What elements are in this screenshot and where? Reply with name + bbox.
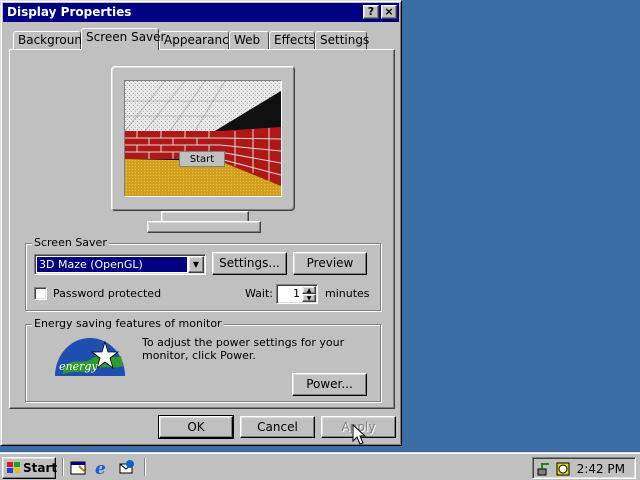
outlook-express-icon[interactable] — [118, 459, 135, 476]
title-bar[interactable]: Display Properties ? × — [3, 3, 399, 22]
energy-logo-text: energy — [59, 360, 98, 373]
help-button[interactable]: ? — [363, 5, 379, 19]
tab-appearance[interactable]: Appearance — [159, 31, 236, 49]
mouse-cursor-icon — [352, 424, 366, 445]
ok-button[interactable]: OK — [158, 415, 234, 439]
tab-web[interactable]: Web — [229, 31, 269, 49]
monitor-base — [147, 221, 261, 233]
energy-group-title: Energy saving features of monitor — [32, 317, 224, 330]
network-tray-icon[interactable] — [537, 461, 553, 477]
preview-start-object: Start — [179, 151, 225, 167]
screen-saver-group-title: Screen Saver — [32, 236, 109, 249]
preview-button[interactable]: Preview — [293, 252, 367, 275]
energy-star-logo: energy — [53, 336, 127, 378]
screen-saver-selected: 3D Maze (OpenGL) — [37, 257, 187, 272]
system-tray: 2:42 PM — [532, 457, 636, 479]
taskbar-separator — [62, 458, 64, 476]
spin-down-icon[interactable]: ▼ — [302, 294, 316, 302]
start-button[interactable]: Start — [2, 457, 58, 479]
wait-label: Wait: — [245, 287, 273, 300]
tab-screen-saver[interactable]: Screen Saver — [81, 28, 165, 50]
wait-value: 1 — [293, 287, 300, 300]
display-properties-window: Display Properties ? × Background Screen… — [0, 0, 402, 446]
tab-effects[interactable]: Effects — [269, 31, 315, 49]
tab-settings[interactable]: Settings — [315, 31, 369, 49]
settings-button[interactable]: Settings... — [212, 252, 287, 275]
energy-description: To adjust the power settings for your mo… — [142, 336, 345, 362]
spin-up-icon[interactable]: ▲ — [302, 286, 316, 294]
tab-background[interactable]: Background — [13, 31, 90, 49]
taskbar: Start e 2:42 PM — [0, 452, 640, 480]
maze-preview-image — [125, 81, 281, 196]
svg-text:e: e — [95, 459, 106, 476]
wait-spinner[interactable]: 1 ▲ ▼ — [276, 284, 318, 304]
screen-saver-select[interactable]: 3D Maze (OpenGL) ▼ — [34, 254, 206, 275]
power-button[interactable]: Power... — [292, 373, 367, 396]
taskbar-separator — [144, 458, 146, 476]
password-protected-checkbox[interactable] — [34, 287, 47, 300]
scheduler-tray-icon[interactable] — [555, 461, 571, 477]
windows-flag-icon — [7, 462, 20, 473]
close-button[interactable]: × — [381, 5, 397, 19]
show-desktop-icon[interactable] — [70, 459, 87, 476]
password-protected-label: Password protected — [53, 287, 162, 300]
preview-screen: Start — [124, 80, 282, 197]
window-title: Display Properties — [7, 5, 132, 19]
wait-unit-label: minutes — [325, 287, 370, 300]
clock[interactable]: 2:42 PM — [577, 462, 625, 476]
start-label: Start — [23, 461, 58, 475]
internet-explorer-icon[interactable]: e — [94, 459, 111, 476]
dropdown-arrow-icon[interactable]: ▼ — [188, 256, 204, 273]
cancel-button[interactable]: Cancel — [240, 416, 315, 438]
